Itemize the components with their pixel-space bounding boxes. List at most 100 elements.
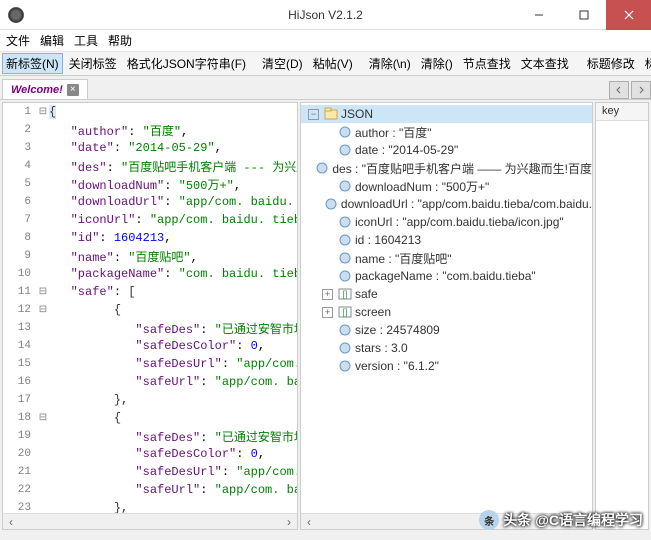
menu-file[interactable]: 文件	[6, 32, 30, 49]
json-tree[interactable]: − JSON author : "百度" date : "2014-05-29" des…	[301, 103, 592, 513]
expand-icon[interactable]: +	[322, 307, 333, 318]
title-bar: HiJson V2.1.2	[0, 0, 651, 30]
code-line[interactable]: 19 "safeDes": "已通过安智市场安	[3, 427, 297, 445]
code-line[interactable]: 17 },	[3, 391, 297, 409]
gutter: 5	[3, 178, 37, 190]
code-line[interactable]: 14 "safeDesColor": 0,	[3, 337, 297, 355]
gutter: 13	[3, 322, 37, 334]
tree-node[interactable]: author : "百度"	[301, 123, 592, 141]
gutter: 20	[3, 448, 37, 460]
gutter: 14	[3, 340, 37, 352]
code-line[interactable]: 1⊟{	[3, 103, 297, 121]
menu-edit[interactable]: 编辑	[40, 32, 64, 49]
tree-node[interactable]: id : 1604213	[301, 231, 592, 249]
tab-nav-left[interactable]	[609, 81, 629, 99]
tree-label: des : "百度贴吧手机客户端 —— 为兴趣而生!百度	[332, 160, 592, 177]
format-json-button[interactable]: 格式化JSON字符串(F)	[123, 53, 250, 74]
close-button[interactable]	[606, 0, 651, 30]
code-line[interactable]: 11⊟ "safe": [	[3, 283, 297, 301]
tree-pane: − JSON author : "百度" date : "2014-05-29" des…	[300, 102, 593, 530]
fold-icon[interactable]: ⊟	[37, 106, 49, 118]
tree-node[interactable]: version : "6.1.2"	[301, 357, 592, 375]
tree-node[interactable]: size : 24574809	[301, 321, 592, 339]
tree-label: safe	[355, 287, 378, 301]
code-line[interactable]: 16 "safeUrl": "app/com. baidu. t	[3, 373, 297, 391]
gutter: 6	[3, 196, 37, 208]
title-edit-button[interactable]: 标题修改	[583, 53, 639, 74]
minimize-button[interactable]	[516, 0, 561, 30]
code-line[interactable]: 9 "name": "百度贴吧",	[3, 247, 297, 265]
tree-node[interactable]: + [] safe	[301, 285, 592, 303]
tab-welcome[interactable]: Welcome! ×	[2, 79, 88, 99]
code-line[interactable]: 5 "downloadNum": "500万+",	[3, 175, 297, 193]
code-line[interactable]: 21 "safeDesUrl": "app/com. baid	[3, 463, 297, 481]
key-header: key	[596, 103, 648, 121]
tree-node[interactable]: packageName : "com.baidu.tieba"	[301, 267, 592, 285]
new-tab-button[interactable]: 新标签(N)	[2, 53, 63, 74]
code-line[interactable]: 4 "des": "百度贴吧手机客户端 --- 为兴趣	[3, 157, 297, 175]
code-line[interactable]: 20 "safeDesColor": 0,	[3, 445, 297, 463]
gutter: 8	[3, 232, 37, 244]
code-line[interactable]: 2 "author": "百度",	[3, 121, 297, 139]
close-tab-button[interactable]: 关闭标签	[65, 53, 121, 74]
tree-label: name : "百度贴吧"	[355, 250, 452, 267]
tab-close-icon[interactable]: ×	[67, 84, 79, 96]
tree-label: id : 1604213	[355, 233, 421, 247]
fold-icon[interactable]: ⊟	[37, 304, 49, 316]
code-line[interactable]: 13 "safeDes": "已通过安智市场官	[3, 319, 297, 337]
code-line[interactable]: 8 "id": 1604213,	[3, 229, 297, 247]
tree-label: downloadUrl : "app/com.baidu.tieba/com.b…	[341, 197, 592, 211]
gutter: 15	[3, 358, 37, 370]
code-line[interactable]: 10 "packageName": "com. baidu. tieba",	[3, 265, 297, 283]
watermark-text: @C语言编程学习	[535, 510, 643, 530]
toolbar: 新标签(N) 关闭标签 格式化JSON字符串(F) 清空(D) 粘帖(V) 清除…	[0, 52, 651, 76]
tree-node[interactable]: name : "百度贴吧"	[301, 249, 592, 267]
code-line[interactable]: 18⊟ {	[3, 409, 297, 427]
tree-node[interactable]: date : "2014-05-29"	[301, 141, 592, 159]
menu-help[interactable]: 帮助	[108, 32, 132, 49]
tree-label: downloadNum : "500万+"	[355, 178, 489, 195]
menu-tool[interactable]: 工具	[74, 32, 98, 49]
code-line[interactable]: 6 "downloadUrl": "app/com. baidu. tieba	[3, 193, 297, 211]
find-node-button[interactable]: 节点查找	[459, 53, 515, 74]
paste-button[interactable]: 粘帖(V)	[309, 53, 357, 74]
expand-icon[interactable]: −	[308, 109, 319, 120]
tree-label: JSON	[341, 107, 373, 121]
tab-nav-right[interactable]	[631, 81, 651, 99]
tree-node[interactable]: des : "百度贴吧手机客户端 —— 为兴趣而生!百度	[301, 159, 592, 177]
code-line[interactable]: 22 "safeUrl": "app/com. baidu. t	[3, 481, 297, 499]
clean-null-button[interactable]: 清除()	[417, 53, 457, 74]
code-line[interactable]: 23 },	[3, 499, 297, 513]
code-line[interactable]: 7 "iconUrl": "app/com. baidu. tieba/ico	[3, 211, 297, 229]
tree-node[interactable]: iconUrl : "app/com.baidu.tieba/icon.jpg"	[301, 213, 592, 231]
code-line[interactable]: 15 "safeDesUrl": "app/com. baid	[3, 355, 297, 373]
tree-node[interactable]: stars : 3.0	[301, 339, 592, 357]
code-editor[interactable]: 1⊟{2 "author": "百度",3 "date": "2014-05-2…	[3, 103, 297, 513]
clear-button[interactable]: 清空(D)	[258, 53, 307, 74]
svg-text:[]: []	[342, 289, 347, 299]
h-scrollbar[interactable]: ‹›	[3, 513, 297, 529]
code-line[interactable]: 3 "date": "2014-05-29",	[3, 139, 297, 157]
code-line[interactable]: 12⊟ {	[3, 301, 297, 319]
tab-label: Welcome!	[11, 84, 63, 96]
fold-icon[interactable]: ⊟	[37, 286, 49, 298]
fold-icon[interactable]: ⊟	[37, 412, 49, 424]
tree-label: screen	[355, 305, 391, 319]
tab-rename-button[interactable]: 标签名修改	[641, 53, 651, 74]
gutter: 17	[3, 394, 37, 406]
tree-label: size : 24574809	[355, 323, 440, 337]
svg-text:[]: []	[342, 307, 347, 317]
gutter: 16	[3, 376, 37, 388]
tree-root[interactable]: − JSON	[301, 105, 592, 123]
tree-label: date : "2014-05-29"	[355, 143, 458, 157]
expand-icon[interactable]: +	[322, 289, 333, 300]
app-icon	[8, 7, 24, 23]
clean-newline-button[interactable]: 清除(\n)	[365, 53, 415, 74]
gutter: 19	[3, 430, 37, 442]
tree-node[interactable]: downloadUrl : "app/com.baidu.tieba/com.b…	[301, 195, 592, 213]
tree-node[interactable]: + [] screen	[301, 303, 592, 321]
maximize-button[interactable]	[561, 0, 606, 30]
gutter: 2	[3, 124, 37, 136]
find-text-button[interactable]: 文本查找	[517, 53, 573, 74]
tree-node[interactable]: downloadNum : "500万+"	[301, 177, 592, 195]
